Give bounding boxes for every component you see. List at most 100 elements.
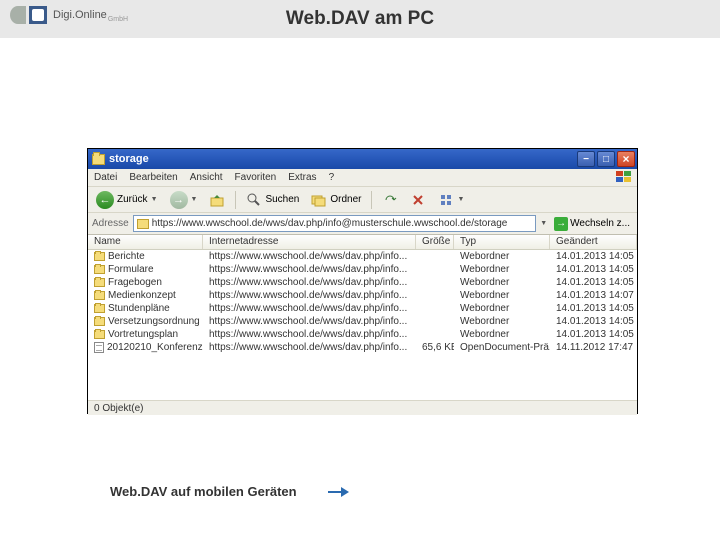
stop-button[interactable] — [406, 190, 430, 210]
col-name[interactable]: Name — [88, 235, 203, 249]
file-type: Webordner — [454, 251, 550, 262]
file-type: Webordner — [454, 264, 550, 275]
address-bar: Adresse https://www.wwschool.de/wws/dav.… — [88, 213, 637, 235]
file-list: Name Internetadresse Größe Typ Geändert … — [88, 235, 637, 400]
file-rows: Berichtehttps://www.wwschool.de/wws/dav.… — [88, 250, 637, 354]
address-label: Adresse — [92, 218, 129, 229]
folder-up-icon — [209, 192, 225, 208]
menu-extras[interactable]: Extras — [288, 172, 316, 183]
minimize-button[interactable]: − — [577, 151, 595, 167]
back-button[interactable]: ← Zurück ▼ — [92, 189, 162, 211]
file-date: 14.01.2013 14:05 — [550, 277, 637, 288]
folder-icon — [94, 252, 105, 261]
menu-favorites[interactable]: Favoriten — [235, 172, 277, 183]
page-title: Web.DAV am PC — [286, 8, 434, 30]
table-row[interactable]: Medienkonzepthttps://www.wwschool.de/wws… — [88, 289, 637, 302]
go-label: Wechseln z... — [570, 218, 630, 229]
status-bar: 0 Objekt(e) — [88, 400, 637, 415]
file-date: 14.11.2012 17:47 — [550, 342, 637, 353]
file-date: 14.01.2013 14:07 — [550, 290, 637, 301]
file-url: https://www.wwschool.de/wws/dav.php/info… — [203, 329, 416, 340]
file-date: 14.01.2013 14:05 — [550, 303, 637, 314]
forward-icon: → — [170, 191, 188, 209]
file-name: Vortretungsplan — [108, 329, 178, 340]
file-date: 14.01.2013 14:05 — [550, 329, 637, 340]
stop-icon — [410, 192, 426, 208]
maximize-button[interactable]: □ — [597, 151, 615, 167]
menu-bar: Datei Bearbeiten Ansicht Favoriten Extra… — [88, 169, 637, 187]
folder-icon — [94, 304, 105, 313]
file-name: 20120210_Konferenz... — [107, 342, 203, 353]
forward-button[interactable]: → ▼ — [166, 189, 202, 211]
search-icon — [246, 192, 262, 208]
menu-edit[interactable]: Bearbeiten — [129, 172, 177, 183]
up-button[interactable] — [205, 190, 229, 210]
file-name: Formulare — [108, 264, 154, 275]
separator — [235, 191, 236, 209]
file-size: 65,6 KB — [416, 342, 454, 353]
menu-help[interactable]: ? — [329, 172, 335, 183]
folders-icon — [311, 192, 327, 208]
back-label: Zurück — [117, 194, 148, 205]
table-row[interactable]: 20120210_Konferenz...https://www.wwschoo… — [88, 341, 637, 354]
file-type: Webordner — [454, 290, 550, 301]
logo-subtext: GmbH — [108, 16, 128, 23]
menu-view[interactable]: Ansicht — [190, 172, 223, 183]
table-row[interactable]: Fragebogen https://www.wwschool.de/wws/da… — [88, 276, 637, 289]
status-text: 0 Objekt(e) — [94, 403, 143, 414]
col-type[interactable]: Typ — [454, 235, 550, 249]
file-name: Medienkonzept — [108, 290, 176, 301]
table-row[interactable]: Vortretungsplan https://www.wwschool.de/w… — [88, 328, 637, 341]
sync-button[interactable] — [378, 190, 402, 210]
chevron-down-icon: ▼ — [151, 196, 158, 203]
back-icon: ← — [96, 191, 114, 209]
search-label: Suchen — [265, 194, 299, 205]
sync-icon — [382, 192, 398, 208]
file-type: OpenDocument-Prä... — [454, 342, 550, 353]
col-url[interactable]: Internetadresse — [203, 235, 416, 249]
footer-link-text: Web.DAV auf mobilen Geräten — [110, 484, 297, 499]
table-row[interactable]: Versetzungsordnunghttps://www.wwschool.d… — [88, 315, 637, 328]
chevron-down-icon[interactable]: ▼ — [540, 220, 547, 227]
view-button[interactable]: ▼ — [434, 190, 468, 210]
logo-text: Digi.Online — [53, 9, 107, 21]
table-row[interactable]: Formulare https://www.wwschool.de/wws/dav… — [88, 263, 637, 276]
file-url: https://www.wwschool.de/wws/dav.php/info… — [203, 277, 416, 288]
address-value: https://www.wwschool.de/wws/dav.php/info… — [152, 218, 508, 229]
logo-glyph-left — [10, 6, 26, 24]
file-date: 14.01.2013 14:05 — [550, 316, 637, 327]
folders-button[interactable]: Ordner — [307, 190, 365, 210]
chevron-down-icon: ▼ — [457, 196, 464, 203]
folder-icon — [94, 291, 105, 300]
column-headers: Name Internetadresse Größe Typ Geändert — [88, 235, 637, 250]
file-name: Versetzungsordnung — [108, 316, 200, 327]
view-icon — [438, 192, 454, 208]
search-button[interactable]: Suchen — [242, 190, 303, 210]
arrow-right-icon — [327, 486, 349, 498]
folder-icon — [94, 278, 105, 287]
menu-file[interactable]: Datei — [94, 172, 117, 183]
file-url: https://www.wwschool.de/wws/dav.php/info… — [203, 264, 416, 275]
footer-link[interactable]: Web.DAV auf mobilen Geräten — [110, 484, 349, 499]
address-input[interactable]: https://www.wwschool.de/wws/dav.php/info… — [133, 215, 537, 232]
explorer-window: storage − □ × Datei Bearbeiten Ansicht F… — [87, 148, 638, 414]
window-controls: − □ × — [577, 151, 635, 167]
window-titlebar[interactable]: storage − □ × — [88, 149, 637, 169]
table-row[interactable]: Berichtehttps://www.wwschool.de/wws/dav.… — [88, 250, 637, 263]
folder-icon — [92, 154, 105, 165]
folder-icon — [94, 317, 105, 326]
file-type: Webordner — [454, 329, 550, 340]
folders-label: Ordner — [330, 194, 361, 205]
file-date: 14.01.2013 14:05 — [550, 264, 637, 275]
file-url: https://www.wwschool.de/wws/dav.php/info… — [203, 303, 416, 314]
file-url: https://www.wwschool.de/wws/dav.php/info… — [203, 342, 416, 353]
col-size[interactable]: Größe — [416, 235, 454, 249]
col-modified[interactable]: Geändert — [550, 235, 637, 249]
file-type: Webordner — [454, 316, 550, 327]
file-name: Fragebogen — [108, 277, 162, 288]
go-button[interactable]: → Wechseln z... — [551, 217, 633, 231]
table-row[interactable]: Stundenplänehttps://www.wwschool.de/wws/… — [88, 302, 637, 315]
close-button[interactable]: × — [617, 151, 635, 167]
chevron-down-icon: ▼ — [191, 196, 198, 203]
page-header: Digi.Online GmbH Web.DAV am PC — [0, 0, 720, 38]
